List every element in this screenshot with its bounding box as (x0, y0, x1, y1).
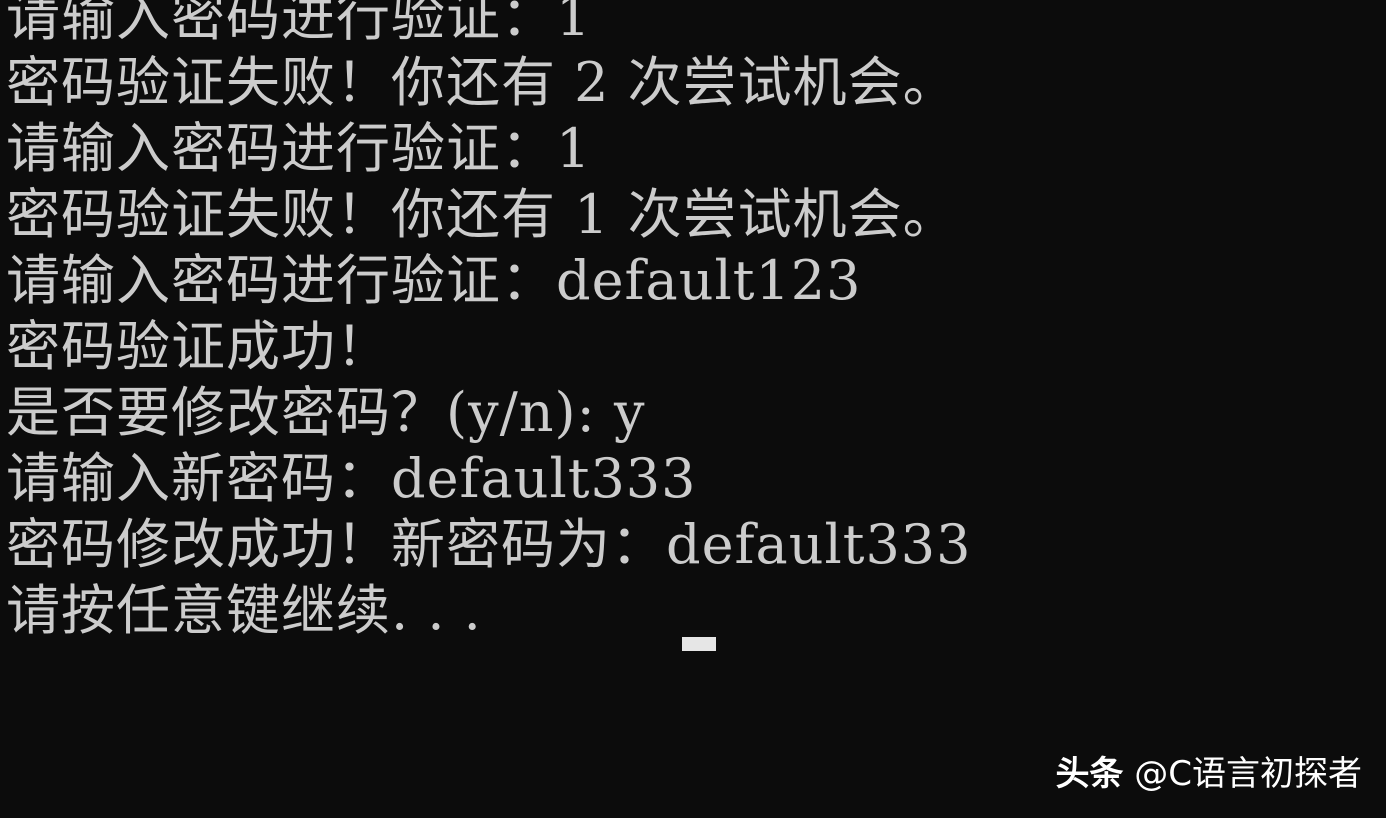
console-line: 请按任意键继续. . . (6, 579, 500, 642)
console-line: 密码验证失败！你还有 1 次尝试机会。 (6, 183, 958, 246)
console-line: 请输入密码进行验证：default123 (6, 249, 862, 312)
console-line: 密码修改成功！新密码为：default333 (6, 513, 972, 576)
console-output: 请输入密码进行验证：1 密码验证失败！你还有 2 次尝试机会。 请输入密码进行验… (6, 0, 1386, 644)
console-line: 密码验证失败！你还有 2 次尝试机会。 (6, 51, 958, 114)
console-line: 请输入密码进行验证：1 (6, 117, 592, 180)
watermark-handle: @C语言初探者 (1134, 754, 1362, 794)
console-line: 请输入新密码：default333 (6, 447, 697, 510)
watermark-brand: 头条 (1055, 754, 1124, 794)
console-line: 是否要修改密码？(y/n): y (6, 381, 646, 444)
console-line: 请输入密码进行验证：1 (6, 0, 592, 48)
console-line: 密码验证成功！ (6, 315, 391, 378)
text-cursor (682, 637, 716, 651)
console-window[interactable]: 请输入密码进行验证：1 密码验证失败！你还有 2 次尝试机会。 请输入密码进行验… (0, 0, 1386, 818)
watermark: 头条 @C语言初探者 (1055, 754, 1362, 794)
